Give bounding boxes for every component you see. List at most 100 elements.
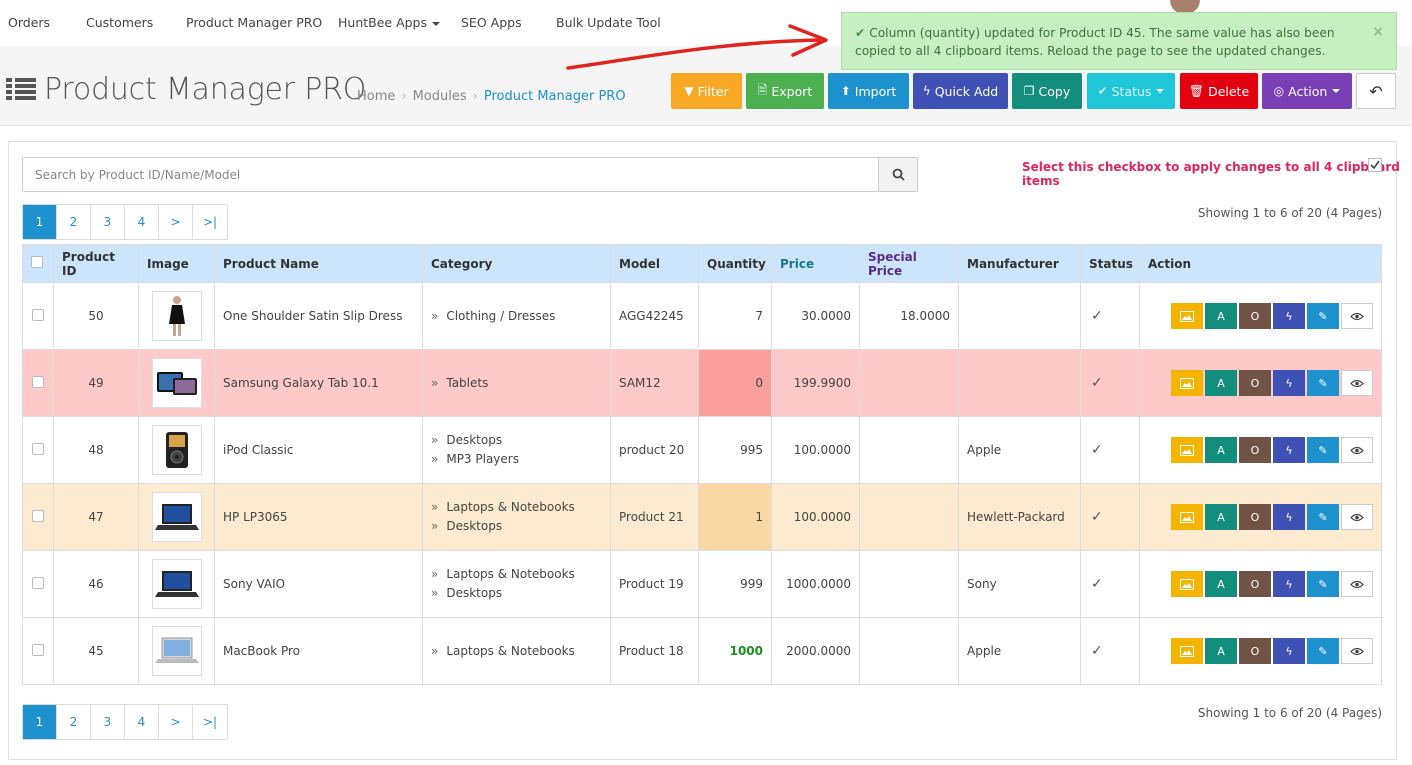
view-button[interactable] xyxy=(1341,303,1373,329)
row-checkbox[interactable] xyxy=(32,576,44,589)
options-button[interactable]: O xyxy=(1239,437,1271,463)
status-cell[interactable]: ✓ xyxy=(1080,282,1140,350)
breadcrumb-modules[interactable]: Modules xyxy=(413,89,467,104)
quick-add-button[interactable]: ϟ Quick Add xyxy=(913,73,1008,109)
ipod-image[interactable] xyxy=(151,425,202,475)
laptop-image[interactable] xyxy=(151,492,202,542)
manufacturer-cell[interactable]: Apple xyxy=(958,416,1081,484)
row-checkbox[interactable] xyxy=(32,509,44,522)
edit-button[interactable]: ✎ xyxy=(1307,370,1339,396)
page-link-4[interactable]: 4 xyxy=(125,705,159,739)
category-cell[interactable]: » Laptops & Notebooks xyxy=(422,617,611,685)
product-name-cell[interactable]: Samsung Galaxy Tab 10.1 xyxy=(214,349,423,417)
options-button[interactable]: O xyxy=(1239,571,1271,597)
product-name-cell[interactable]: One Shoulder Satin Slip Dress xyxy=(214,282,423,350)
price-cell[interactable]: 100.0000 xyxy=(771,483,860,551)
price-cell[interactable]: 100.0000 xyxy=(771,416,860,484)
product-name-cell[interactable]: MacBook Pro xyxy=(214,617,423,685)
header-manufacturer[interactable]: Manufacturer xyxy=(958,244,1081,283)
back-button[interactable]: ↶ xyxy=(1356,73,1396,109)
attributes-button[interactable]: A xyxy=(1205,571,1237,597)
category-cell[interactable]: » Laptops & Notebooks » Desktops xyxy=(422,550,611,618)
product-name-cell[interactable]: HP LP3065 xyxy=(214,483,423,551)
page-link-4[interactable]: 4 xyxy=(125,205,159,239)
edit-button[interactable]: ✎ xyxy=(1307,571,1339,597)
nav-customers[interactable]: Customers xyxy=(86,15,153,30)
page-link-last[interactable]: >| xyxy=(193,705,227,739)
row-checkbox[interactable] xyxy=(32,442,44,455)
page-link-3[interactable]: 3 xyxy=(91,705,125,739)
image-manager-button[interactable] xyxy=(1171,504,1203,530)
price-cell[interactable]: 30.0000 xyxy=(771,282,860,350)
quantity-cell[interactable]: 0 xyxy=(698,349,772,417)
quantity-cell[interactable]: 1 xyxy=(698,483,772,551)
header-model[interactable]: Model xyxy=(610,244,699,283)
edit-button[interactable]: ✎ xyxy=(1307,437,1339,463)
export-button[interactable]: 🗎 Export xyxy=(746,73,824,109)
model-cell[interactable]: Product 21 xyxy=(610,483,699,551)
options-button[interactable]: O xyxy=(1239,370,1271,396)
quantity-cell[interactable]: 7 xyxy=(698,282,772,350)
options-button[interactable]: O xyxy=(1239,638,1271,664)
status-cell[interactable]: ✓ xyxy=(1080,416,1140,484)
header-product-id[interactable]: Product ID xyxy=(53,244,139,283)
quick-edit-button[interactable]: ϟ xyxy=(1273,370,1305,396)
page-link-2[interactable]: 2 xyxy=(57,205,91,239)
select-all-checkbox[interactable] xyxy=(31,256,43,268)
quick-edit-button[interactable]: ϟ xyxy=(1273,504,1305,530)
status-cell[interactable]: ✓ xyxy=(1080,349,1140,417)
search-button[interactable] xyxy=(878,158,917,191)
options-button[interactable]: O xyxy=(1239,303,1271,329)
view-button[interactable] xyxy=(1341,437,1373,463)
model-cell[interactable]: Product 18 xyxy=(610,617,699,685)
quantity-cell[interactable]: 999 xyxy=(698,550,772,618)
macbook-image[interactable] xyxy=(151,626,202,676)
special-price-cell[interactable] xyxy=(859,617,959,685)
page-link-next[interactable]: > xyxy=(159,205,193,239)
manufacturer-cell[interactable] xyxy=(958,349,1081,417)
nav-bulk-update-tool[interactable]: Bulk Update Tool xyxy=(556,15,661,30)
edit-button[interactable]: ✎ xyxy=(1307,303,1339,329)
clipboard-apply-checkbox[interactable] xyxy=(1368,158,1382,172)
import-button[interactable]: ⬆ Import xyxy=(828,73,909,109)
nav-orders[interactable]: Orders xyxy=(8,15,50,30)
attributes-button[interactable]: A xyxy=(1205,303,1237,329)
action-dropdown-button[interactable]: ◎ Action xyxy=(1262,73,1352,109)
page-link-3[interactable]: 3 xyxy=(91,205,125,239)
quantity-cell[interactable]: 995 xyxy=(698,416,772,484)
special-price-cell[interactable] xyxy=(859,550,959,618)
model-cell[interactable]: Product 19 xyxy=(610,550,699,618)
product-name-cell[interactable]: iPod Classic xyxy=(214,416,423,484)
attributes-button[interactable]: A xyxy=(1205,370,1237,396)
page-link-1[interactable]: 1 xyxy=(23,205,57,239)
category-cell[interactable]: » Tablets xyxy=(422,349,611,417)
tablet-image[interactable] xyxy=(151,358,202,408)
quick-edit-button[interactable]: ϟ xyxy=(1273,638,1305,664)
product-name-cell[interactable]: Sony VAIO xyxy=(214,550,423,618)
status-cell[interactable]: ✓ xyxy=(1080,483,1140,551)
view-button[interactable] xyxy=(1341,571,1373,597)
image-manager-button[interactable] xyxy=(1171,571,1203,597)
price-cell[interactable]: 1000.0000 xyxy=(771,550,860,618)
edit-button[interactable]: ✎ xyxy=(1307,638,1339,664)
quantity-cell[interactable]: 1000 xyxy=(698,617,772,685)
model-cell[interactable]: product 20 xyxy=(610,416,699,484)
image-manager-button[interactable] xyxy=(1171,303,1203,329)
header-status[interactable]: Status xyxy=(1080,244,1140,283)
copy-button[interactable]: ❐ Copy xyxy=(1012,73,1082,109)
page-link-1[interactable]: 1 xyxy=(23,705,57,739)
search-input[interactable] xyxy=(23,158,878,191)
quick-edit-button[interactable]: ϟ xyxy=(1273,571,1305,597)
manufacturer-cell[interactable]: Sony xyxy=(958,550,1081,618)
attributes-button[interactable]: A xyxy=(1205,638,1237,664)
edit-button[interactable]: ✎ xyxy=(1307,504,1339,530)
view-button[interactable] xyxy=(1341,370,1373,396)
status-cell[interactable]: ✓ xyxy=(1080,617,1140,685)
close-icon[interactable]: × xyxy=(1372,23,1384,41)
attributes-button[interactable]: A xyxy=(1205,504,1237,530)
header-special-price[interactable]: Special Price xyxy=(859,244,959,283)
special-price-cell[interactable] xyxy=(859,349,959,417)
price-cell[interactable]: 199.9900 xyxy=(771,349,860,417)
view-button[interactable] xyxy=(1341,638,1373,664)
page-link-last[interactable]: >| xyxy=(193,205,227,239)
